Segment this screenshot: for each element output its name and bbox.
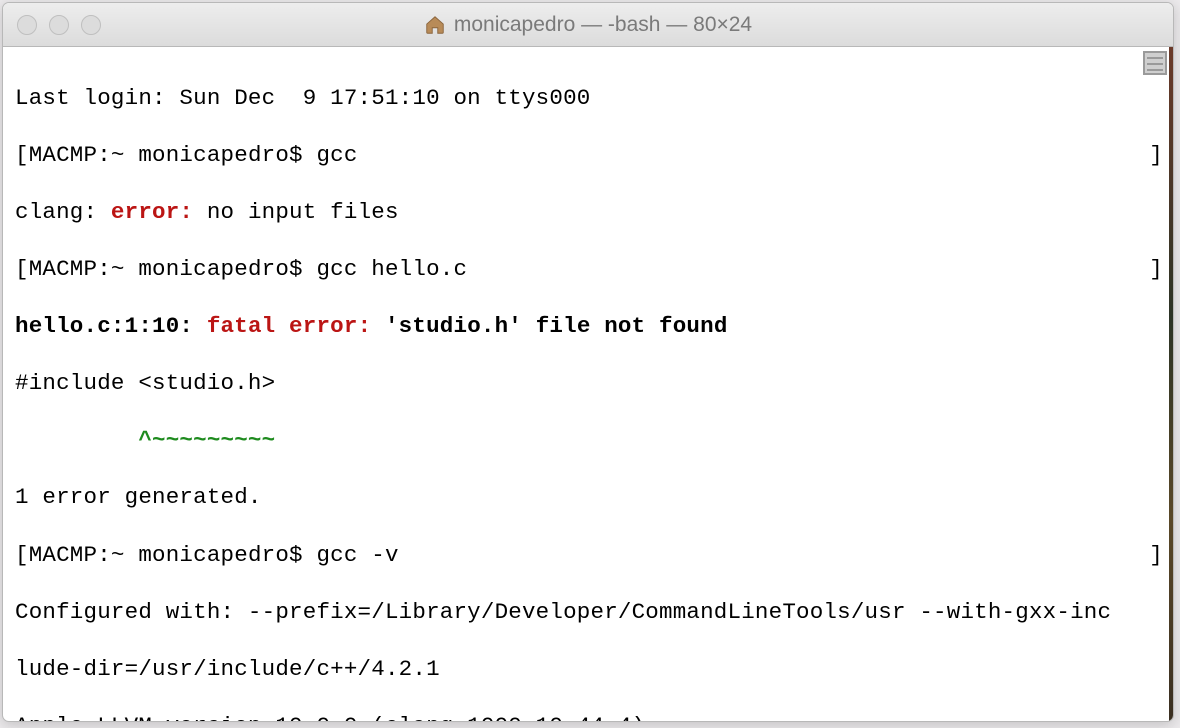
caret-line: ^~~~~~~~~~ (15, 426, 1163, 455)
terminal-content[interactable]: Last login: Sun Dec 9 17:51:10 on ttys00… (3, 47, 1173, 721)
fatal-error-line: hello.c:1:10: fatal error: 'studio.h' fi… (15, 312, 1163, 341)
close-button[interactable] (17, 15, 37, 35)
titlebar[interactable]: monicapedro — -bash — 80×24 (3, 3, 1173, 47)
prompt-line-1: MACMP:~ monicapedro$ gcc] (15, 141, 1163, 170)
clang-error-line: clang: error: no input files (15, 198, 1163, 227)
source-line: #include <studio.h> (15, 369, 1163, 398)
window-title-text: monicapedro — -bash — 80×24 (454, 13, 752, 37)
window-title: monicapedro — -bash — 80×24 (3, 13, 1173, 37)
prompt-line-3: MACMP:~ monicapedro$ gcc -v] (15, 541, 1163, 570)
traffic-lights (17, 15, 101, 35)
home-icon (424, 14, 446, 36)
minimize-button[interactable] (49, 15, 69, 35)
version-line: Apple LLVM version 10.0.0 (clang-1000.10… (15, 712, 1163, 721)
configured-line-2: lude-dir=/usr/include/c++/4.2.1 (15, 655, 1163, 684)
terminal-window: monicapedro — -bash — 80×24 Last login: … (2, 2, 1174, 722)
error-count-line: 1 error generated. (15, 483, 1163, 512)
last-login-line: Last login: Sun Dec 9 17:51:10 on ttys00… (15, 84, 1163, 113)
prompt-line-2: MACMP:~ monicapedro$ gcc hello.c] (15, 255, 1163, 284)
zoom-button[interactable] (81, 15, 101, 35)
configured-line-1: Configured with: --prefix=/Library/Devel… (15, 598, 1163, 627)
